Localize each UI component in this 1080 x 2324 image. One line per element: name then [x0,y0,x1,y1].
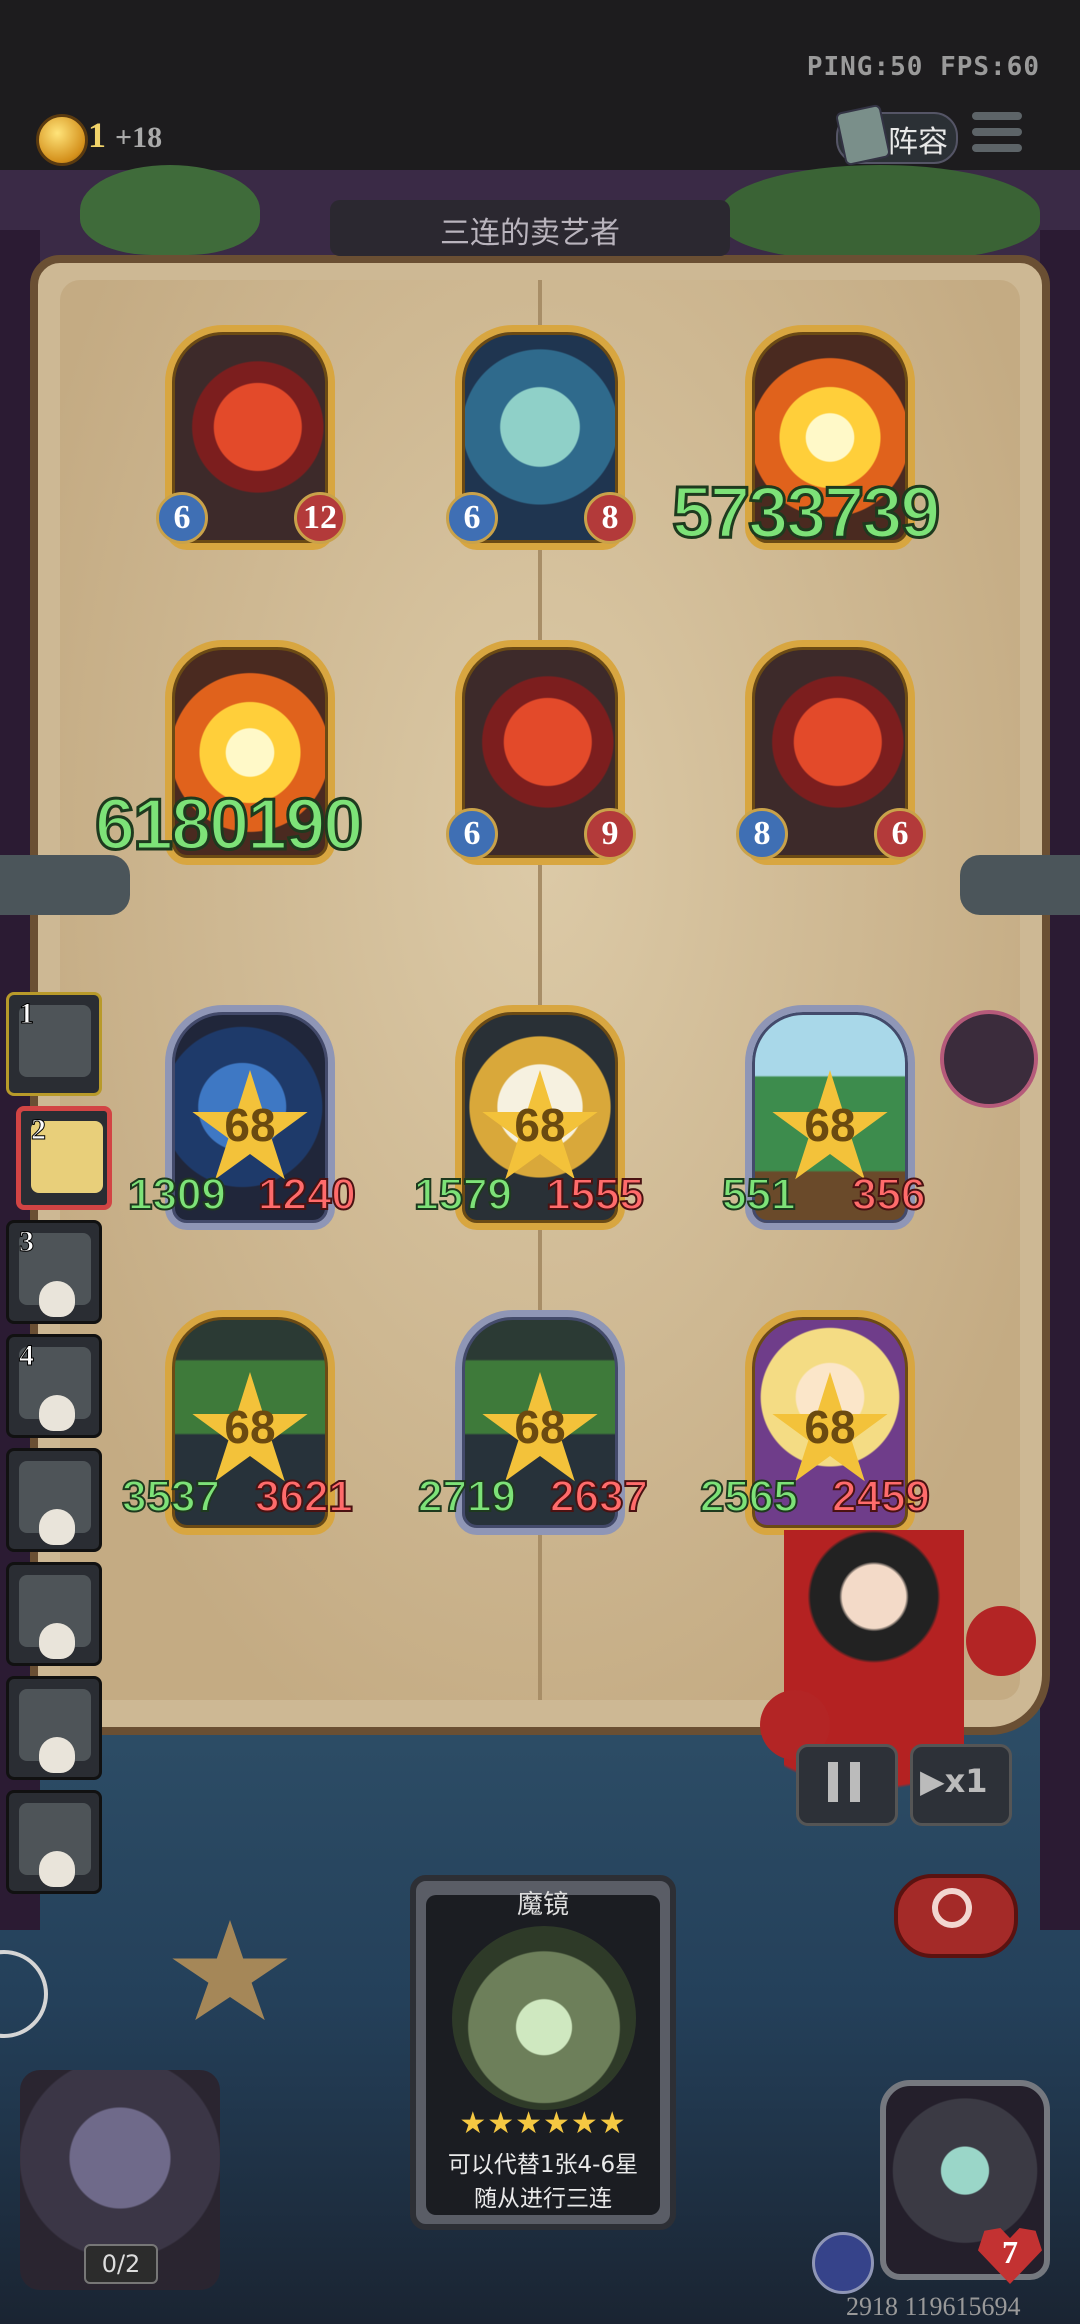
ping-fps-readout: PING:50 FPS:60 [806,52,1040,82]
skull-icon [39,1623,75,1659]
speed-label: ▶x1 [920,1762,988,1800]
player-slot-5[interactable] [6,1448,102,1552]
skull-icon [39,1509,75,1545]
player-rank: 4 [19,1339,35,1373]
health-value: 2459 [831,1471,931,1522]
health-badge: 8 [584,492,636,544]
health-badge: 12 [294,492,346,544]
star-level: 68 [804,1401,856,1453]
power-icon [932,1888,972,1928]
player-slot-4[interactable]: 4 [6,1334,102,1438]
star-level: 68 [224,1099,276,1151]
skull-icon [39,1395,75,1431]
player-slot-8[interactable] [6,1790,102,1894]
player-rank: 3 [19,1225,35,1259]
star-level: 68 [514,1099,566,1151]
item-star-rating: ★★★★★★ [459,2106,627,2141]
bench-count: 0/2 [84,2244,158,2284]
health-value: 3621 [254,1471,354,1522]
player-slot-7[interactable] [6,1676,102,1780]
rose-decoration [966,1606,1036,1676]
player-health: 7 [1002,2234,1018,2270]
player-slot-6[interactable] [6,1562,102,1666]
player-rank: 1 [19,997,35,1031]
health-value: 1555 [545,1169,645,1220]
damage-number: 5733739 [670,472,941,555]
attack-value: 2719 [417,1471,517,1522]
coin-counter: 1 +18 [88,115,163,155]
attack-value: 551 [721,1169,796,1220]
skull-icon [39,1281,75,1317]
skull-icon [39,1737,75,1773]
magic-mirror-art [452,1926,636,2110]
leaf-decoration [720,165,1040,260]
health-badge: 9 [584,808,636,860]
skull-icon [39,1851,75,1887]
player-slot-1[interactable]: 1 [6,992,102,1096]
pause-icon [828,1762,860,1802]
attack-badge: 6 [446,492,498,544]
player-slot-3[interactable]: 3 [6,1220,102,1324]
attack-value: 1309 [127,1169,227,1220]
health-value: 356 [851,1169,926,1220]
star-level: 68 [514,1401,566,1453]
attack-value: 1579 [413,1169,513,1220]
cake-icon[interactable] [940,1010,1038,1108]
shield-icon [812,2232,874,2294]
attack-badge: 6 [446,808,498,860]
menu-icon[interactable] [972,112,1022,160]
leaf-decoration [80,165,260,255]
health-value: 1240 [257,1169,357,1220]
lineup-label: 阵容 [888,125,948,160]
item-card-description: 可以代替1张4-6星 随从进行三连 [447,2152,639,2212]
attack-value: 2565 [699,1471,799,1522]
attack-badge: 8 [736,808,788,860]
star-level: 68 [804,1099,856,1151]
crown-coin-icon [36,114,88,166]
health-value: 2637 [549,1471,649,1522]
player-uid: 2918 119615694 [846,2292,1021,2321]
attack-badge: 6 [156,492,208,544]
health-badge: 6 [874,808,926,860]
player-rank: 2 [31,1113,47,1147]
item-card-title: 魔镜 [516,1890,569,1920]
opponent-name: 三连的卖艺者 [440,216,620,251]
attack-value: 3537 [121,1471,221,1522]
damage-number: 6180190 [93,784,364,867]
right-arrow-prop [960,855,1080,915]
star-level: 68 [224,1401,276,1453]
player-slot-2[interactable]: 2 [16,1106,112,1210]
